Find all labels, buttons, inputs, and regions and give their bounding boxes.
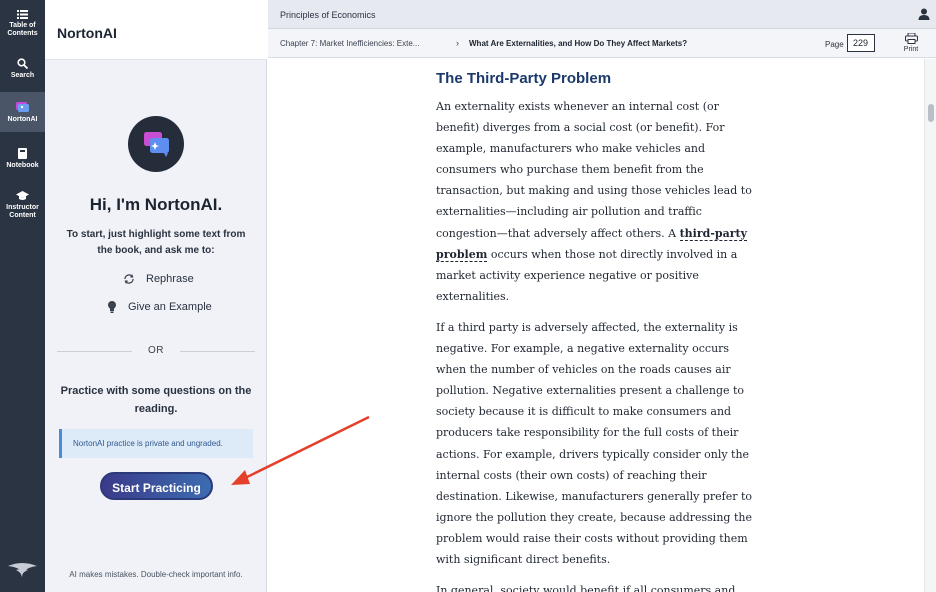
divider-line	[180, 351, 255, 352]
rail-label: Instructor	[6, 204, 39, 211]
give-example-option: Give an Example	[45, 299, 267, 317]
book-title: Principles of Economics	[280, 10, 376, 20]
rail-nortonai[interactable]: NortonAI	[0, 92, 45, 132]
privacy-notice: NortonAI practice is private and ungrade…	[59, 429, 253, 458]
reader-content: The Third-Party Problem An externality e…	[268, 59, 924, 592]
give-example-label: Give an Example	[128, 301, 212, 313]
rephrase-label: Rephrase	[146, 273, 194, 285]
lightbulb-icon	[108, 301, 116, 313]
scrollbar-thumb[interactable]	[928, 104, 934, 122]
page-number-input[interactable]: 229	[847, 34, 875, 52]
practice-prompt: Practice with some questions on the read…	[60, 385, 252, 415]
rail-notebook[interactable]: Notebook	[0, 148, 45, 170]
rail-label: NortonAI	[7, 116, 38, 123]
paragraph: If a third party is adversely affected, …	[436, 320, 753, 566]
rail-label: Notebook	[6, 162, 39, 169]
rail-label: Contents	[7, 30, 38, 37]
greeting-heading: Hi, I'm NortonAI.	[89, 195, 223, 214]
rail-table-of-contents[interactable]: Table of Contents	[0, 10, 45, 38]
nortonai-panel: NortonAI Hi, I'm NortonAI. To start, jus…	[45, 0, 267, 592]
reader-topbar: Principles of Economics	[268, 0, 936, 29]
nortonai-chat-icon	[144, 132, 169, 157]
nortonai-avatar	[128, 116, 184, 172]
refresh-icon	[124, 274, 134, 284]
paragraph: An externality exists whenever an intern…	[436, 96, 754, 307]
norton-logo-icon	[8, 563, 37, 577]
printer-icon	[904, 32, 918, 44]
rail-search[interactable]: Search	[0, 58, 45, 80]
breadcrumb-chapter[interactable]: Chapter 7: Market Inefficiencies: Exte..…	[280, 39, 419, 48]
notebook-icon	[18, 148, 27, 159]
breadcrumb-section[interactable]: What Are Externalities, and How Do They …	[469, 39, 687, 48]
scrollbar[interactable]	[924, 59, 936, 592]
print-label: Print	[903, 46, 919, 53]
rail-label: Table of	[9, 22, 36, 29]
or-divider: OR	[57, 344, 255, 358]
paragraph-text: An externality exists whenever an intern…	[436, 100, 752, 240]
rephrase-option: Rephrase	[45, 271, 267, 289]
nortonai-chat-icon	[16, 102, 29, 112]
start-practicing-button[interactable]: Start Practicing	[100, 472, 213, 500]
breadcrumb: Chapter 7: Market Inefficiencies: Exte..…	[268, 29, 936, 58]
article: The Third-Party Problem An externality e…	[436, 69, 754, 592]
paragraph: In general, society would benefit if all…	[436, 584, 736, 592]
breadcrumb-separator: ›	[456, 38, 459, 48]
search-icon	[17, 58, 28, 69]
section-heading: The Third-Party Problem	[436, 70, 612, 87]
list-icon	[17, 10, 28, 19]
user-icon[interactable]	[918, 8, 930, 20]
nav-rail: Table of Contents Search NortonAI Notebo…	[0, 0, 45, 592]
intro-text: To start, just highlight some text from …	[66, 229, 246, 256]
ai-disclaimer: AI makes mistakes. Double-check importan…	[69, 570, 243, 579]
panel-header: NortonAI	[45, 0, 267, 60]
rail-instructor-content[interactable]: Instructor Content	[0, 191, 45, 220]
graduation-cap-icon	[16, 191, 29, 200]
rail-label: Search	[10, 72, 35, 79]
rail-label: Content	[9, 212, 36, 219]
print-button[interactable]: Print	[898, 32, 924, 55]
page-label: Page	[825, 40, 844, 49]
panel-title: NortonAI	[57, 25, 117, 41]
